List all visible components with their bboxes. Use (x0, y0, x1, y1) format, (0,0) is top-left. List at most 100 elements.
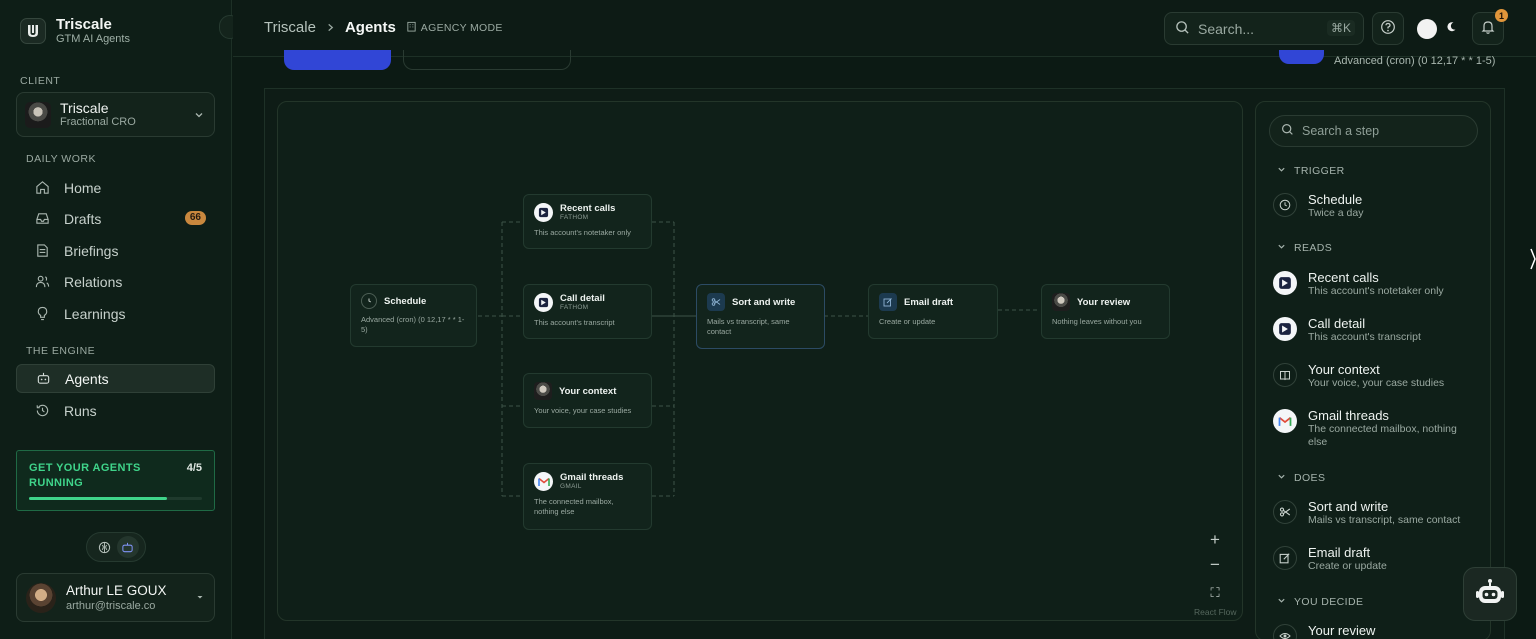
palette-item-title: Schedule (1308, 192, 1363, 207)
palette-group-label: DOES (1294, 472, 1326, 484)
flow-node-desc: This account's transcript (534, 318, 615, 327)
flow-node-schedule[interactable]: Schedule Advanced (cron) (0 12,17 * * 1-… (350, 284, 477, 347)
edit-icon (1273, 546, 1297, 570)
global-search[interactable]: Search... ⌘K (1164, 12, 1364, 45)
primary-action-button[interactable] (284, 50, 391, 70)
sidebar-item-agents[interactable]: Agents (16, 364, 215, 393)
light-mode-icon[interactable] (1417, 18, 1437, 39)
palette-group-you-decide[interactable]: YOU DECIDE (1277, 596, 1363, 608)
flow-node-call-detail[interactable]: Call detail FATHOM This account's transcr… (523, 284, 652, 339)
sidebar: Triscale GTM AI Agents CLIENT Triscale F… (0, 0, 241, 639)
flow-node-desc: This account's notetaker only (534, 228, 631, 237)
react-flow-attribution[interactable]: React Flow (1194, 607, 1237, 617)
user-avatar (26, 582, 56, 613)
chevron-right-icon (326, 21, 335, 35)
zoom-out-button[interactable]: − (1203, 554, 1227, 576)
home-icon (34, 180, 50, 196)
palette-item-desc: The connected mailbox, nothing else (1308, 423, 1457, 448)
robot-mode-icon[interactable] (116, 536, 139, 558)
flow-node-recent-calls[interactable]: Recent calls FATHOM This account's noteta… (523, 194, 652, 249)
flow-node-title: Call detail (560, 293, 605, 304)
flow-node-desc: Create or update (879, 317, 936, 326)
flow-node-title: Your review (1077, 296, 1131, 308)
notification-count: 1 (1495, 9, 1508, 22)
brand-subtitle: GTM AI Agents (56, 33, 130, 45)
client-section-label: CLIENT (20, 75, 61, 87)
fathom-icon (1273, 317, 1297, 341)
flow-canvas[interactable]: Schedule Advanced (cron) (0 12,17 * * 1-… (277, 101, 1243, 621)
step-search-input[interactable]: Search a step (1269, 115, 1478, 147)
palette-item-email-draft[interactable]: Email draft Create or update (1273, 545, 1485, 573)
sidebar-item-runs[interactable]: Runs (16, 396, 215, 425)
palette-item-schedule[interactable]: Schedule Twice a day (1273, 192, 1485, 220)
palette-item-desc: This account's notetaker only (1308, 285, 1444, 297)
flow-node-sort-and-write[interactable]: Sort and write Mails vs transcript, same… (696, 284, 825, 349)
client-switcher[interactable]: Triscale Fractional CRO (16, 92, 215, 137)
flow-node-title: Recent calls (560, 203, 616, 214)
palette-item-call-detail[interactable]: Call detail This account's transcript (1273, 316, 1485, 344)
users-icon (34, 274, 50, 290)
sidebar-item-relations[interactable]: Relations (16, 267, 215, 296)
sidebar-item-label: Briefings (64, 242, 119, 259)
gmail-icon (1273, 409, 1297, 433)
mouse-cursor-icon (1530, 248, 1536, 270)
flow-node-gmail-threads[interactable]: Gmail threads GMAIL The connected mailbox… (523, 463, 652, 530)
gmail-icon (534, 472, 553, 491)
bell-icon (1480, 19, 1496, 38)
palette-group-does[interactable]: DOES (1277, 472, 1325, 484)
chevron-down-icon (194, 110, 204, 123)
zoom-in-button[interactable]: + (1203, 529, 1227, 551)
fit-view-button[interactable]: ⛶ (1203, 582, 1227, 604)
book-icon (1273, 363, 1297, 387)
palette-item-your-context[interactable]: Your context Your voice, your case studie… (1273, 362, 1485, 390)
secondary-action-button[interactable] (403, 50, 571, 70)
triscale-logo-icon (20, 18, 46, 44)
flow-node-email-draft[interactable]: Email draft Create or update (868, 284, 998, 339)
search-placeholder: Search... (1198, 20, 1255, 37)
daily-work-label: DAILY WORK (26, 153, 96, 165)
palette-item-recent-calls[interactable]: Recent calls This account's notetaker onl… (1273, 270, 1485, 298)
palette-item-title: Email draft (1308, 545, 1371, 560)
palette-group-trigger[interactable]: TRIGGER (1277, 165, 1345, 177)
brain-icon[interactable] (94, 536, 116, 558)
schedule-toggle[interactable] (1279, 50, 1324, 64)
robot-icon (35, 371, 51, 387)
sidebar-item-learnings[interactable]: Learnings (16, 299, 215, 328)
clock-icon (1273, 193, 1297, 217)
moon-icon[interactable] (1445, 21, 1457, 36)
sidebar-item-briefings[interactable]: Briefings (16, 236, 215, 265)
flow-node-your-review[interactable]: Your review Nothing leaves without you (1041, 284, 1170, 339)
view-mode-toggle[interactable] (86, 532, 146, 562)
notifications-button[interactable]: 1 (1472, 9, 1508, 45)
sidebar-item-drafts[interactable]: Drafts 66 (16, 204, 215, 233)
help-button[interactable] (1372, 12, 1404, 45)
theme-toggle[interactable] (1411, 12, 1467, 45)
sidebar-item-label: Learnings (64, 305, 126, 322)
palette-item-sort-and-write[interactable]: Sort and write Mails vs transcript, same … (1273, 499, 1485, 527)
flow-node-desc: Nothing leaves without you (1052, 317, 1142, 326)
chevron-down-icon (1277, 596, 1286, 608)
step-palette: Search a step TRIGGER Schedule Twice a da… (1255, 101, 1491, 639)
user-menu[interactable]: Arthur LE GOUX arthur@triscale.co (16, 573, 215, 622)
palette-item-gmail-threads[interactable]: Gmail threads The connected mailbox, noth… (1273, 408, 1485, 449)
palette-item-desc: Mails vs transcript, same contact (1308, 514, 1461, 526)
breadcrumb-root[interactable]: Triscale (264, 19, 316, 36)
user-face-icon (534, 382, 552, 400)
agency-mode-label: AGENCY MODE (420, 21, 503, 34)
palette-item-title: Sort and write (1308, 499, 1389, 514)
onboarding-progress-card[interactable]: GET YOUR AGENTS RUNNING 4/5 (16, 450, 215, 511)
brand[interactable]: Triscale GTM AI Agents (20, 17, 130, 45)
palette-group-label: TRIGGER (1294, 165, 1345, 177)
sidebar-item-home[interactable]: Home (16, 173, 215, 202)
agency-mode-indicator: AGENCY MODE (406, 21, 503, 35)
drafts-count-badge: 66 (184, 211, 206, 225)
palette-item-desc: This account's transcript (1308, 331, 1421, 343)
assistant-launcher-button[interactable] (1463, 567, 1517, 621)
palette-group-label: READS (1294, 242, 1333, 254)
palette-group-reads[interactable]: READS (1277, 242, 1332, 254)
palette-item-your-review[interactable]: Your review (1273, 623, 1485, 639)
flow-node-your-context[interactable]: Your context Your voice, your case studi… (523, 373, 652, 428)
flow-node-source: FATHOM (560, 214, 589, 221)
user-face-icon (1052, 293, 1070, 311)
flow-edges (478, 221, 1040, 497)
